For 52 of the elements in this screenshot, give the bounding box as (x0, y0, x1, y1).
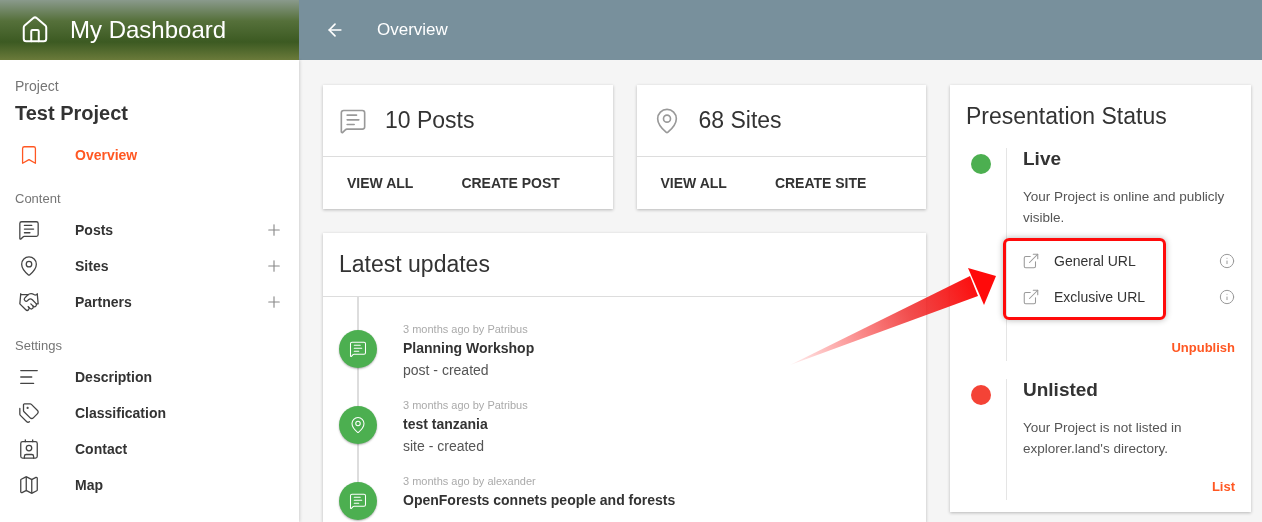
update-title[interactable]: test tanzania (403, 416, 528, 432)
message-icon (349, 492, 367, 510)
url-link[interactable]: Exclusive URL (1022, 279, 1146, 315)
sidebar-item[interactable]: Description (0, 359, 299, 395)
sidebar-item[interactable]: Posts (0, 212, 299, 248)
handshake-icon (18, 291, 40, 313)
project-name: Test Project (14, 101, 129, 125)
section-heading: Content (14, 191, 62, 208)
update-title[interactable]: Planning Workshop (403, 340, 535, 356)
sidebar-item[interactable]: Map (0, 467, 299, 503)
contact-card-icon (18, 438, 40, 460)
update-action: site - created (403, 438, 485, 454)
card-action-button[interactable]: CREATE POST (445, 167, 576, 199)
home-icon[interactable] (20, 15, 50, 45)
sidebar-item[interactable]: Contact (0, 431, 299, 467)
section-heading: Settings (14, 338, 63, 355)
card-action-button[interactable]: VIEW ALL (331, 167, 430, 199)
tags-icon (18, 402, 40, 424)
message-icon (18, 219, 40, 241)
map-icon (18, 474, 40, 496)
message-icon (349, 340, 367, 358)
external-link-icon (1022, 288, 1040, 306)
add-icon[interactable] (265, 221, 283, 239)
info-icon[interactable] (1219, 289, 1235, 305)
sidebar-item[interactable]: Partners (0, 284, 299, 320)
status-title: Presentation Status (966, 103, 1168, 130)
card-action-button[interactable]: VIEW ALL (644, 167, 743, 199)
external-link-icon (1022, 252, 1040, 270)
summary-title: 68 Sites (698, 107, 782, 134)
add-icon[interactable] (265, 257, 283, 275)
card-action-button[interactable]: CREATE SITE (758, 167, 883, 199)
status-name: Live (1023, 148, 1063, 170)
update-meta: 3 months ago by Patribus (403, 399, 528, 411)
map-pin-icon (349, 416, 367, 434)
updates-title: Latest updates (323, 233, 926, 297)
status-name: Unlisted (1023, 379, 1099, 401)
update-action: post - created (403, 362, 490, 378)
sidebar-item[interactable]: Sites (0, 248, 299, 284)
update-meta: 3 months ago by Patribus (403, 323, 529, 335)
project-label: Project (14, 78, 60, 94)
map-pin-icon (18, 255, 40, 277)
summary-title: 10 Posts (385, 107, 475, 134)
update-title[interactable]: OpenForests connets people and forests (403, 492, 676, 508)
app-title: My Dashboard (70, 16, 227, 44)
update-meta: 3 months ago by alexander (403, 475, 537, 487)
info-icon[interactable] (1219, 253, 1235, 269)
page-title: Overview (377, 20, 448, 40)
add-icon[interactable] (265, 293, 283, 311)
status-description: Your Project is not listed in explorer.land's directory. (1023, 419, 1183, 458)
url-link[interactable]: General URL (1022, 243, 1146, 279)
status-description: Your Project is online and publicly visible. (1023, 188, 1226, 227)
sidebar-item[interactable]: Classification (0, 395, 299, 431)
